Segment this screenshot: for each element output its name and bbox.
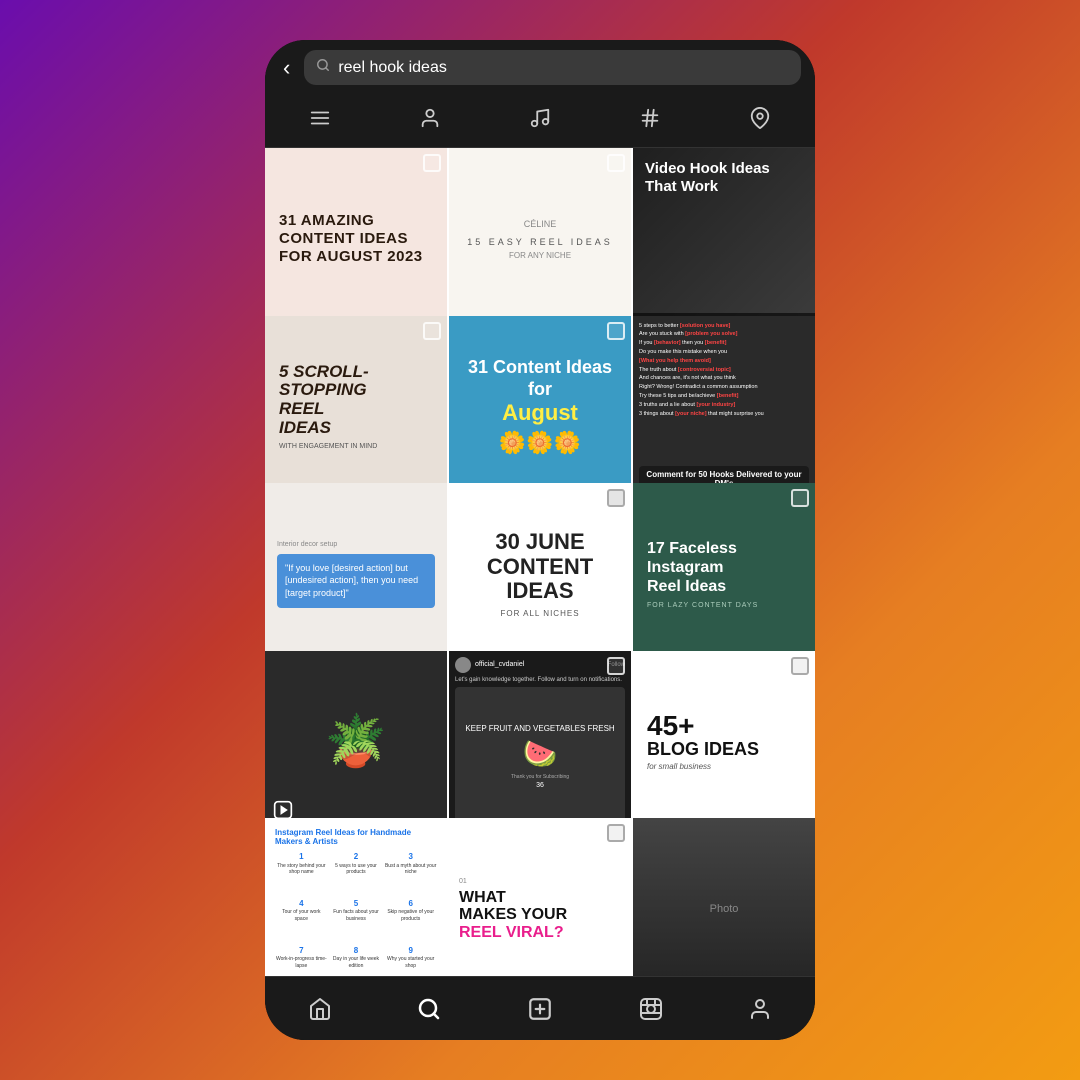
filter-hashtag[interactable] bbox=[629, 103, 671, 139]
grid-item-7[interactable]: Interior decor setup "If you love [desir… bbox=[265, 483, 447, 665]
card-11-watermelon: 🍉 bbox=[523, 737, 558, 770]
card-13-cell-1: 1 The story behind your shop name bbox=[275, 852, 328, 897]
nav-profile-button[interactable] bbox=[740, 989, 780, 1029]
grid-item-3[interactable]: Video Hook Ideas That Work Comment for 5… bbox=[633, 148, 815, 330]
card-13-ideas-grid: 1 The story behind your shop name 2 5 wa… bbox=[275, 852, 437, 976]
card-2-subtitle: FOR ANY NICHE bbox=[509, 251, 571, 260]
card-12-title: BLOG IDEAS bbox=[647, 740, 759, 760]
nav-add-button[interactable] bbox=[519, 988, 561, 1030]
card-11-header: official_cvdaniel Follow bbox=[455, 657, 625, 673]
grid-item-6[interactable]: 5 steps to better [solution you have] Ar… bbox=[633, 316, 815, 498]
grid-item-2[interactable]: CÉLINE 15 EASY REEL IDEAS FOR ANY NICHE bbox=[449, 148, 631, 330]
card-14-title: WHATMAKES YOURREEL VIRAL? bbox=[459, 889, 567, 942]
card-5-month: August bbox=[502, 400, 578, 426]
card-12-number: 45+ bbox=[647, 712, 695, 740]
select-checkbox-2[interactable] bbox=[607, 154, 625, 172]
card-13-cell-7: 7 Work-in-progress time-lapse bbox=[275, 946, 328, 976]
plant-lamp-emoji: 🪴 bbox=[325, 712, 387, 771]
filter-row bbox=[265, 95, 815, 148]
search-input-text[interactable]: reel hook ideas bbox=[338, 59, 447, 77]
card-13-title: Instagram Reel Ideas for Handmade Makers… bbox=[275, 828, 437, 846]
card-5-flowers: 🌼🌼🌼 bbox=[499, 430, 581, 456]
card-2-title: 15 EASY REEL IDEAS bbox=[467, 237, 613, 247]
card-11-fruit-label: KEEP FRUIT AND VEGETABLES FRESH bbox=[465, 724, 614, 733]
card-11-count: 36 bbox=[536, 782, 544, 789]
filter-accounts[interactable] bbox=[409, 103, 451, 139]
card-14-tag: 01 bbox=[459, 878, 467, 885]
grid-item-12[interactable]: 45+ BLOG IDEAS for small business bbox=[633, 651, 815, 833]
nav-home-button[interactable] bbox=[300, 989, 340, 1029]
search-bar-row: ‹ reel hook ideas bbox=[265, 40, 815, 95]
grid-item-4[interactable]: 5 SCROLL-STOPPINGREELIDEAS WITH ENGAGEME… bbox=[265, 316, 447, 498]
select-checkbox-11[interactable] bbox=[607, 657, 625, 675]
card-11-avatar bbox=[455, 657, 471, 673]
filter-location[interactable] bbox=[739, 103, 781, 139]
card-4-title: 5 SCROLL-STOPPINGREELIDEAS bbox=[279, 363, 369, 438]
card-13-cell-6: 6 Skip negative of your products bbox=[384, 899, 437, 944]
card-11-username: official_cvdaniel bbox=[475, 661, 524, 668]
card-15-placeholder: Photo bbox=[710, 903, 739, 915]
select-checkbox-8[interactable] bbox=[607, 489, 625, 507]
grid-item-15[interactable]: Photo bbox=[633, 818, 815, 976]
card-8-subtitle: FOR ALL NICHES bbox=[500, 609, 579, 618]
select-checkbox-9[interactable] bbox=[791, 489, 809, 507]
back-button[interactable]: ‹ bbox=[279, 51, 294, 85]
card-7-quote: "If you love [desired action] but [undes… bbox=[277, 554, 435, 608]
grid-item-5[interactable]: 31 Content Ideas for August 🌼🌼🌼 bbox=[449, 316, 631, 498]
filter-all[interactable] bbox=[299, 103, 341, 139]
card-3-title: Video Hook Ideas That Work bbox=[645, 160, 803, 196]
card-11-thankyou: Thank you for Subscribing bbox=[511, 774, 569, 780]
card-13-cell-9: 9 Why you started your shop bbox=[384, 946, 437, 976]
select-checkbox-14[interactable] bbox=[607, 824, 625, 842]
card-4-subtitle: WITH ENGAGEMENT IN MIND bbox=[279, 443, 377, 450]
select-checkbox-1[interactable] bbox=[423, 154, 441, 172]
phone-container: ‹ reel hook ideas bbox=[265, 40, 815, 1040]
card-1-title: 31 AMAZING CONTENT IDEAS FOR AUGUST 2023 bbox=[279, 212, 433, 266]
card-9-title: 17 FacelessInstagramReel Ideas bbox=[647, 539, 737, 597]
card-13-cell-5: 5 Fun facts about your business bbox=[330, 899, 383, 944]
search-results-grid: 31 AMAZING CONTENT IDEAS FOR AUGUST 2023… bbox=[265, 148, 815, 976]
card-13-cell-4: 4 Tour of your work space bbox=[275, 899, 328, 944]
card-12-subtitle: for small business bbox=[647, 762, 711, 771]
grid-item-10[interactable]: 🪴 bbox=[265, 651, 447, 833]
search-box[interactable]: reel hook ideas bbox=[304, 50, 801, 85]
card-13-cell-2: 2 5 ways to use your products bbox=[330, 852, 383, 897]
grid-item-14[interactable]: 01 WHATMAKES YOURREEL VIRAL? bbox=[449, 818, 631, 976]
card-5-title: 31 Content Ideas for bbox=[461, 357, 619, 400]
select-checkbox-5[interactable] bbox=[607, 322, 625, 340]
search-icon bbox=[316, 58, 330, 77]
grid-item-13[interactable]: Instagram Reel Ideas for Handmade Makers… bbox=[265, 818, 447, 976]
grid-item-8[interactable]: 30 JUNECONTENTIDEAS FOR ALL NICHES bbox=[449, 483, 631, 665]
card-11-thumbnail: KEEP FRUIT AND VEGETABLES FRESH 🍉 Thank … bbox=[455, 687, 625, 827]
card-13-cell-3: 3 Bust a myth about your niche bbox=[384, 852, 437, 897]
select-checkbox-4[interactable] bbox=[423, 322, 441, 340]
card-13-cell-8: 8 Day in your life week edition bbox=[330, 946, 383, 976]
card-6-hooks-list: 5 steps to better [solution you have] Ar… bbox=[639, 322, 809, 419]
card-11-caption: Let's gain knowledge together. Follow an… bbox=[455, 677, 625, 683]
grid-item-11[interactable]: official_cvdaniel Follow Let's gain know… bbox=[449, 651, 631, 833]
nav-search-button[interactable] bbox=[409, 989, 449, 1029]
grid-item-9[interactable]: 17 FacelessInstagramReel Ideas FOR LAZY … bbox=[633, 483, 815, 665]
grid-item-1[interactable]: 31 AMAZING CONTENT IDEAS FOR AUGUST 2023 bbox=[265, 148, 447, 330]
filter-audio[interactable] bbox=[519, 103, 561, 139]
select-checkbox-12[interactable] bbox=[791, 657, 809, 675]
card-8-title: 30 JUNECONTENTIDEAS bbox=[487, 530, 593, 603]
nav-reels-button[interactable] bbox=[631, 989, 671, 1029]
bottom-navigation bbox=[265, 976, 815, 1040]
card-9-subtitle: FOR LAZY CONTENT DAYS bbox=[647, 602, 758, 609]
